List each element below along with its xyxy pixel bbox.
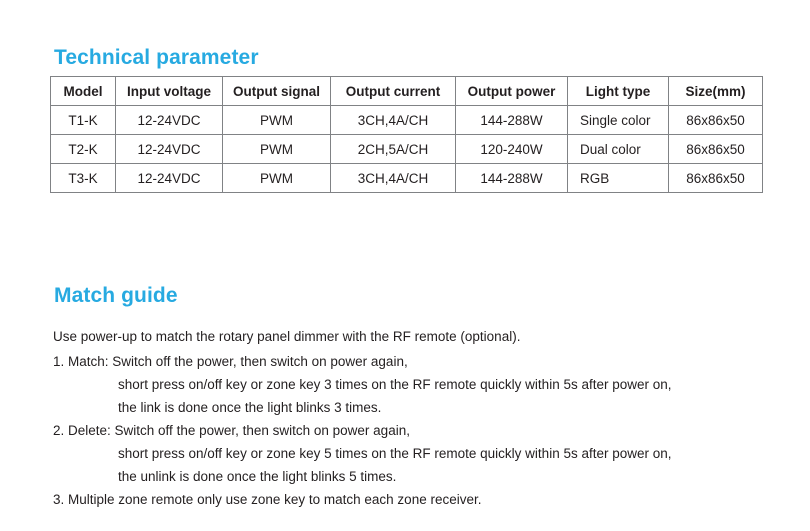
table-row: T1-K 12-24VDC PWM 3CH,4A/CH 144-288W Sin… — [50, 105, 763, 135]
step-lead-line: 2. Delete: Switch off the power, then sw… — [53, 423, 410, 438]
cell-output-signal: PWM — [222, 105, 331, 135]
column-header-output-signal: Output signal — [222, 76, 331, 106]
page-title-match-guide: Match guide — [54, 284, 178, 308]
column-header-output-power: Output power — [455, 76, 568, 106]
cell-input-voltage: 12-24VDC — [115, 105, 223, 135]
cell-size: 86x86x50 — [668, 134, 763, 164]
cell-output-signal: PWM — [222, 163, 331, 193]
table-header-row: Model Input voltage Output signal Output… — [50, 76, 763, 106]
cell-output-current: 2CH,5A/CH — [330, 134, 456, 164]
match-guide-step-list: 1. Match: Switch off the power, then swi… — [53, 350, 793, 511]
cell-output-power: 144-288W — [455, 163, 568, 193]
match-guide-intro-text: Use power-up to match the rotary panel d… — [53, 328, 521, 344]
cell-input-voltage: 12-24VDC — [115, 163, 223, 193]
step-continuation-line: short press on/off key or zone key 3 tim… — [118, 377, 672, 392]
cell-light-type: Dual color — [567, 134, 669, 164]
cell-output-power: 144-288W — [455, 105, 568, 135]
cell-light-type: Single color — [567, 105, 669, 135]
column-header-output-current: Output current — [330, 76, 456, 106]
step-continuation-line: short press on/off key or zone key 5 tim… — [118, 446, 672, 461]
datasheet-page: Technical parameter Model Input voltage … — [0, 0, 810, 531]
column-header-light-type: Light type — [567, 76, 669, 106]
cell-light-type: RGB — [567, 163, 669, 193]
cell-model: T2-K — [50, 134, 116, 164]
table-row: T3-K 12-24VDC PWM 3CH,4A/CH 144-288W RGB… — [50, 163, 763, 193]
table-row: T2-K 12-24VDC PWM 2CH,5A/CH 120-240W Dua… — [50, 134, 763, 164]
step-lead-line: 1. Match: Switch off the power, then swi… — [53, 354, 408, 369]
step-continuation-line: the link is done once the light blinks 3… — [118, 400, 382, 415]
list-item: 1. Match: Switch off the power, then swi… — [53, 350, 793, 419]
column-header-model: Model — [50, 76, 116, 106]
list-item: 2. Delete: Switch off the power, then sw… — [53, 419, 793, 488]
column-header-input-voltage: Input voltage — [115, 76, 223, 106]
cell-output-current: 3CH,4A/CH — [330, 105, 456, 135]
technical-parameter-table-container: Model Input voltage Output signal Output… — [50, 76, 763, 193]
cell-output-signal: PWM — [222, 134, 331, 164]
cell-output-current: 3CH,4A/CH — [330, 163, 456, 193]
step-lead-line: 3. Multiple zone remote only use zone ke… — [53, 492, 482, 507]
cell-output-power: 120-240W — [455, 134, 568, 164]
page-title-technical-parameter: Technical parameter — [54, 46, 259, 70]
technical-parameter-table: Model Input voltage Output signal Output… — [50, 76, 763, 193]
cell-input-voltage: 12-24VDC — [115, 134, 223, 164]
cell-size: 86x86x50 — [668, 163, 763, 193]
cell-size: 86x86x50 — [668, 105, 763, 135]
list-item: 3. Multiple zone remote only use zone ke… — [53, 488, 793, 511]
column-header-size: Size(mm) — [668, 76, 763, 106]
cell-model: T1-K — [50, 105, 116, 135]
step-continuation-line: the unlink is done once the light blinks… — [118, 469, 397, 484]
cell-model: T3-K — [50, 163, 116, 193]
